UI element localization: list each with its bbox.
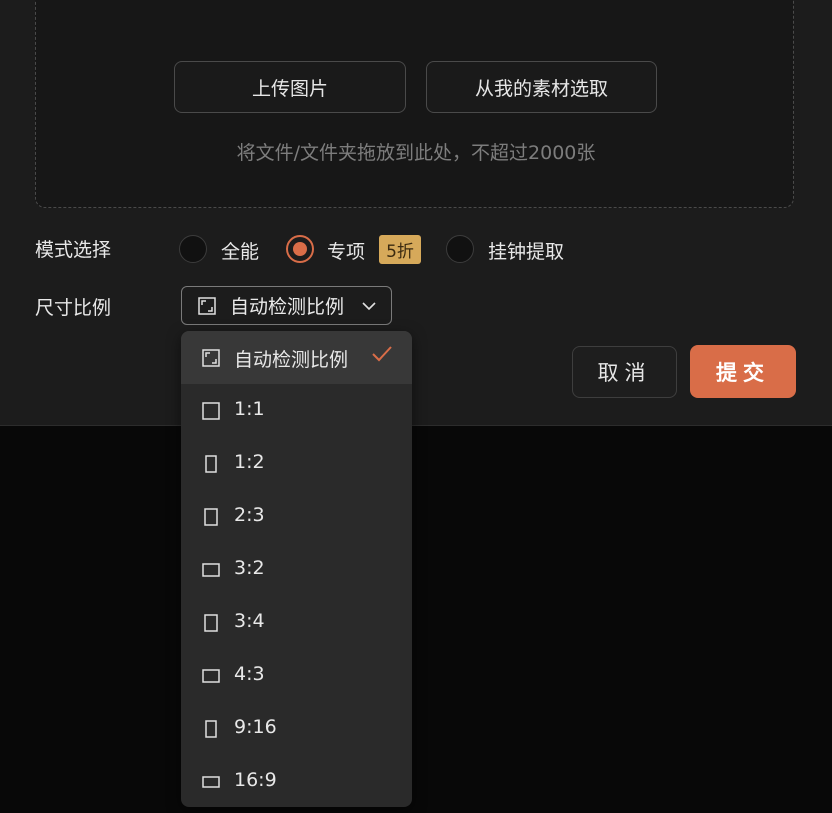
menu-item-label: 4:3 (234, 663, 265, 685)
mode-radio-all[interactable] (179, 235, 207, 263)
upload-image-button[interactable]: 上传图片 (174, 61, 406, 113)
mode-option-special[interactable]: 专项 (327, 237, 365, 264)
menu-item-1-1[interactable]: 1:1 (181, 384, 412, 437)
size-ratio-select[interactable]: 自动检测比例 (181, 286, 392, 325)
discount-badge: 5折 (379, 235, 421, 264)
mode-option-clock[interactable]: 挂钟提取 (488, 237, 564, 264)
menu-item-9-16[interactable]: 9:16 (181, 702, 412, 755)
portrait-icon (204, 508, 218, 526)
auto-ratio-icon (198, 297, 216, 315)
chevron-down-icon (362, 302, 376, 311)
submit-button[interactable]: 提交 (690, 345, 796, 398)
portrait-icon (204, 614, 218, 632)
choose-from-library-button[interactable]: 从我的素材选取 (426, 61, 657, 113)
menu-item-label: 1:1 (234, 398, 265, 420)
mode-label: 模式选择 (35, 239, 112, 261)
upload-panel: 上传图片 从我的素材选取 将文件/文件夹拖放到此处，不超过2000张 模式选择 … (0, 0, 832, 426)
size-label: 尺寸比例 (35, 297, 112, 319)
mode-option-all[interactable]: 全能 (221, 237, 259, 264)
menu-item-3-4[interactable]: 3:4 (181, 596, 412, 649)
menu-item-label: 3:4 (234, 610, 265, 632)
auto-ratio-icon (202, 349, 220, 367)
menu-item-16-9[interactable]: 16:9 (181, 755, 412, 807)
size-ratio-value: 自动检测比例 (230, 296, 345, 318)
square-icon (202, 402, 220, 420)
menu-item-label: 2:3 (234, 504, 265, 526)
landscape-icon (202, 776, 220, 788)
portrait-icon (205, 455, 217, 473)
landscape-icon (202, 669, 220, 683)
menu-item-auto[interactable]: 自动检测比例 (181, 331, 412, 384)
menu-item-2-3[interactable]: 2:3 (181, 490, 412, 543)
portrait-icon (205, 720, 217, 738)
menu-item-label: 9:16 (234, 716, 277, 738)
mode-radio-clock[interactable] (446, 235, 474, 263)
mode-radio-special[interactable] (286, 235, 314, 263)
menu-item-label: 3:2 (234, 557, 265, 579)
menu-item-4-3[interactable]: 4:3 (181, 649, 412, 702)
menu-item-1-2[interactable]: 1:2 (181, 437, 412, 490)
cancel-button[interactable]: 取消 (572, 346, 677, 398)
menu-item-label: 自动检测比例 (234, 349, 349, 371)
size-ratio-menu: 自动检测比例 1:1 1:2 2:3 3:2 3:4 4:3 9:16 16:9 (181, 331, 412, 807)
menu-item-label: 16:9 (234, 769, 277, 791)
drop-zone[interactable] (35, 0, 794, 208)
check-icon (372, 346, 392, 362)
menu-item-3-2[interactable]: 3:2 (181, 543, 412, 596)
landscape-icon (202, 563, 220, 577)
drop-hint: 将文件/文件夹拖放到此处，不超过2000张 (236, 142, 596, 164)
menu-item-label: 1:2 (234, 451, 265, 473)
